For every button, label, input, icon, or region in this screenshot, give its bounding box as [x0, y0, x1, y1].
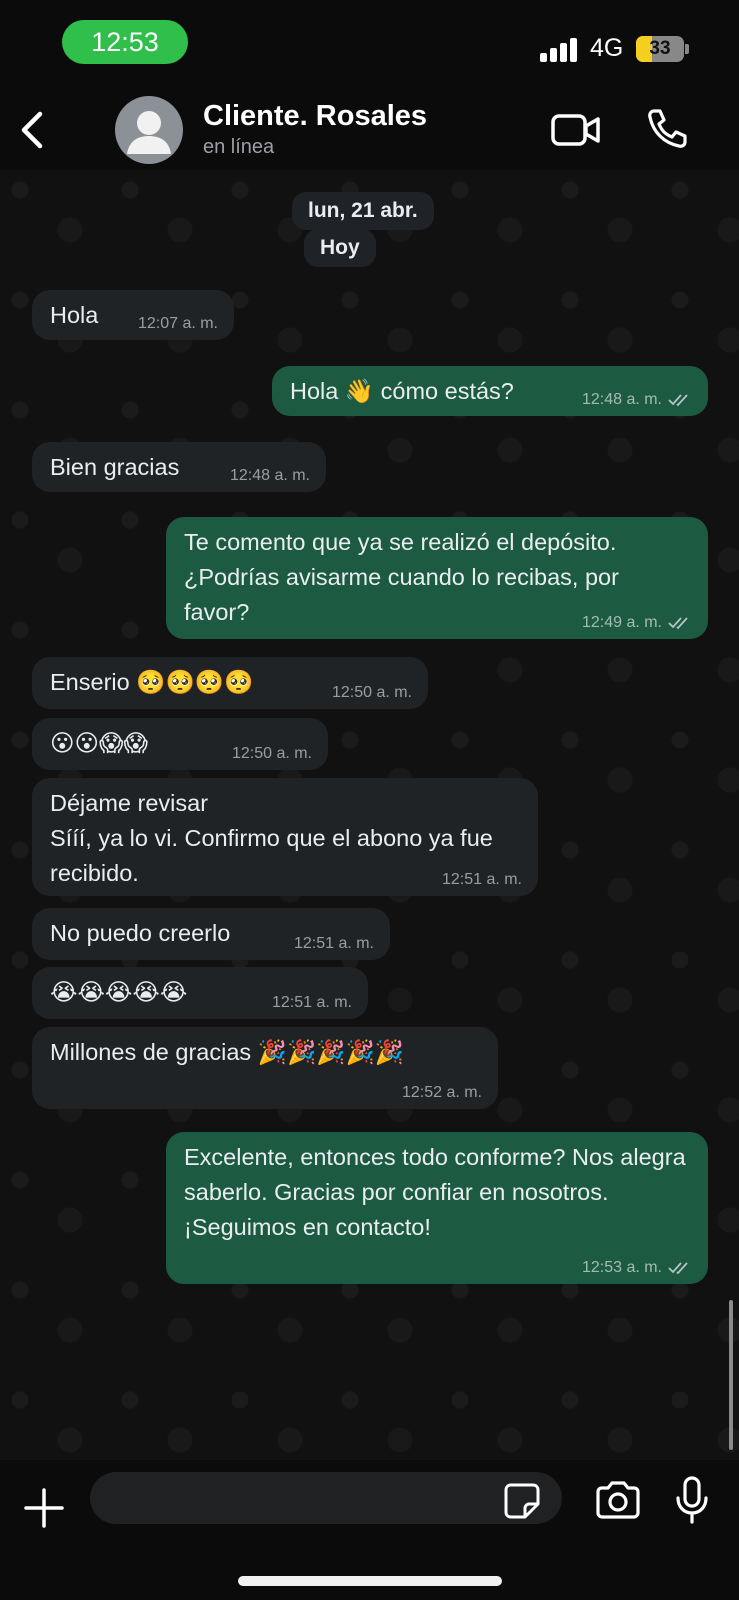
message-bubble[interactable]: No puedo creerlo 12:51 a. m. [32, 908, 390, 960]
battery-icon: 33 [636, 36, 684, 62]
message-bubble[interactable]: Hola 12:07 a. m. [32, 290, 234, 340]
message-time: 12:51 a. m. [271, 994, 352, 1011]
message-text: Enserio 🥺🥺🥺🥺 [50, 669, 254, 695]
video-call-button[interactable] [550, 110, 602, 150]
home-indicator[interactable] [238, 1576, 502, 1586]
signal-icon [540, 36, 580, 62]
message-text: No puedo creerlo [50, 920, 231, 946]
message-bubble[interactable]: Bien gracias 12:48 a. m. [32, 442, 326, 492]
message-bubble[interactable]: Excelente, entonces todo conforme? Nos a… [166, 1132, 708, 1284]
voice-call-button[interactable] [645, 106, 689, 150]
camera-button[interactable] [594, 1480, 642, 1520]
network-type: 4G [590, 34, 624, 62]
back-icon [21, 111, 43, 149]
message-text: 😭😭😭😭😭 [50, 979, 188, 1005]
message-input[interactable] [90, 1472, 562, 1524]
message-time: 12:50 a. m. [331, 684, 412, 701]
attach-button[interactable] [22, 1486, 66, 1530]
message-input-bar [0, 1460, 739, 1600]
chat-scrollbar[interactable] [729, 1300, 733, 1450]
message-time: 12:51 a. m. [441, 871, 522, 888]
avatar-icon [127, 111, 171, 154]
message-bubble[interactable]: 😭😭😭😭😭 12:51 a. m. [32, 967, 368, 1019]
message-time: 12:49 a. m. [581, 614, 662, 631]
message-text: Millones de gracias 🎉🎉🎉🎉🎉 [50, 1039, 404, 1065]
day-separator: Hoy [304, 229, 376, 267]
message-text: Excelente, entonces todo conforme? Nos a… [184, 1144, 693, 1240]
message-time: 12:48 a. m. [581, 391, 662, 408]
date-separator: lun, 21 abr. [292, 192, 434, 230]
message-bubble[interactable]: Te comento que ya se realizó el depósito… [166, 517, 708, 639]
message-time: 12:07 a. m. [137, 315, 218, 332]
sticker-button[interactable] [503, 1482, 541, 1520]
message-bubble[interactable]: 😮😮😱😱 12:50 a. m. [32, 718, 328, 770]
plus-icon [24, 1488, 64, 1528]
chat-area[interactable]: lun, 21 abr. Hoy Hola 12:07 a. m. Hola 👋… [0, 170, 739, 1460]
message-bubble[interactable]: Déjame revisar Sííí, ya lo vi. Confirmo … [32, 778, 538, 896]
contact-name[interactable]: Cliente. Rosales [203, 100, 427, 133]
message-text: Hola 👋 cómo estás? [290, 378, 514, 404]
message-text: Déjame revisar Sííí, ya lo vi. Confirmo … [50, 790, 493, 886]
sticker-icon [504, 1483, 540, 1519]
message-time: 12:48 a. m. [229, 467, 310, 484]
status-bar: 12:53 4G 33 [0, 0, 739, 90]
message-text: Hola [50, 302, 99, 328]
double-check-icon [668, 1262, 688, 1275]
message-text: Te comento que ya se realizó el depósito… [184, 529, 619, 625]
back-button[interactable] [14, 108, 54, 152]
message-time: 12:52 a. m. [401, 1084, 482, 1101]
message-time: 12:51 a. m. [293, 935, 374, 952]
phone-icon [648, 109, 687, 148]
message-time: 12:53 a. m. [581, 1259, 662, 1276]
message-time: 12:50 a. m. [231, 745, 312, 762]
message-bubble[interactable]: Enserio 🥺🥺🥺🥺 12:50 a. m. [32, 657, 428, 709]
contact-status: en línea [203, 136, 275, 158]
battery-percent: 33 [649, 38, 671, 59]
status-time[interactable]: 12:53 [62, 20, 188, 64]
video-call-icon [551, 114, 600, 146]
message-text: Bien gracias [50, 454, 180, 480]
camera-icon [596, 1481, 640, 1519]
message-bubble[interactable]: Hola 👋 cómo estás? 12:48 a. m. [272, 366, 708, 416]
message-text: 😮😮😱😱 [50, 730, 148, 756]
microphone-button[interactable] [674, 1476, 710, 1524]
avatar[interactable] [115, 96, 183, 164]
battery-tip [685, 44, 689, 54]
microphone-icon [676, 1476, 708, 1524]
double-check-icon [668, 617, 688, 630]
chat-header: Cliente. Rosales en línea [0, 90, 739, 170]
double-check-icon [668, 394, 688, 407]
message-bubble[interactable]: Millones de gracias 🎉🎉🎉🎉🎉 12:52 a. m. [32, 1027, 498, 1109]
